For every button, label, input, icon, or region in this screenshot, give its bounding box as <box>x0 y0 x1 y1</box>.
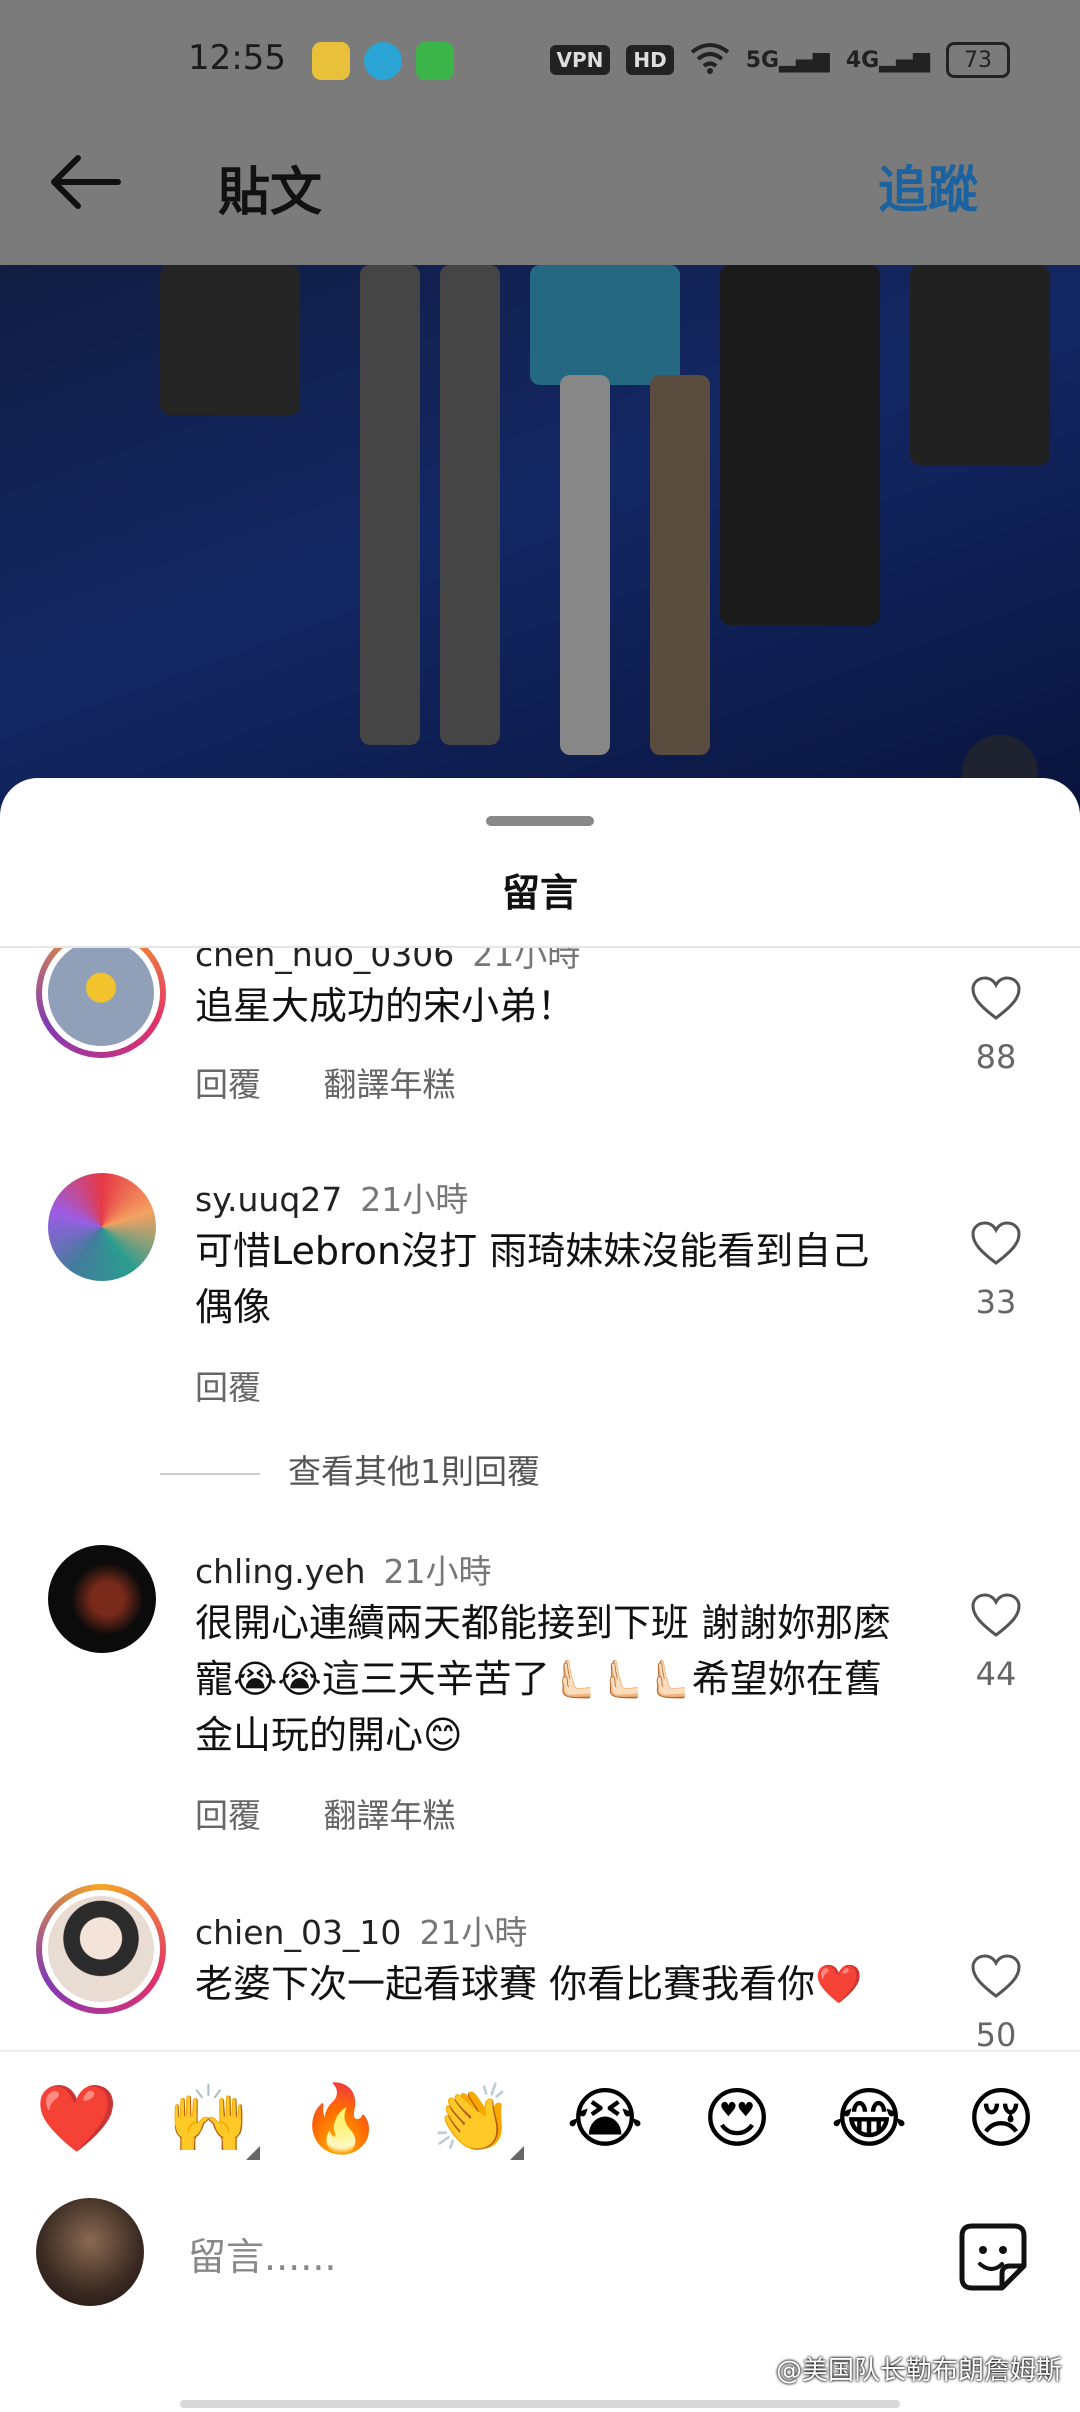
emoji-raised-hands-button[interactable]: 🙌 <box>164 2074 260 2164</box>
comment-input-row: 留言...... <box>0 2182 1080 2332</box>
watermark-text: @美国队长勒布朗詹姆斯 <box>775 2356 1062 2386</box>
sheet-drag-handle[interactable] <box>486 816 594 826</box>
comment-username[interactable]: sy.uuq27 21小時 <box>195 1173 468 1221</box>
skin-tone-indicator-icon <box>246 2146 260 2160</box>
translate-button[interactable]: 翻譯年糕 <box>324 1065 456 1104</box>
like-count: 88 <box>975 1038 1017 1076</box>
comment-actions: 回覆 翻譯年糕 <box>195 1789 508 1837</box>
heart-icon[interactable] <box>970 1593 1022 1639</box>
reply-button[interactable]: 回覆 <box>195 1796 261 1835</box>
hd-badge: HD <box>626 45 674 75</box>
heart-icon[interactable] <box>970 1221 1022 1267</box>
qq-notification-icon <box>364 42 402 80</box>
emoji-clap-button[interactable]: 👏 <box>428 2074 524 2164</box>
comment-text: 老婆下次一起看球賽 你看比賽我看你❤️ <box>195 1962 863 2006</box>
avatar-story-ring[interactable] <box>36 1884 166 2014</box>
comment-actions: 回覆 翻譯年糕 <box>195 1058 508 1106</box>
emoji-heart-button[interactable]: ❤️ <box>32 2074 122 2164</box>
reply-button[interactable]: 回覆 <box>195 1368 261 1407</box>
current-user-avatar <box>36 2198 144 2306</box>
phone-notification-icon <box>416 42 454 80</box>
avatar <box>48 1896 154 2002</box>
signal-4g-icon: 4G▂▄▆ <box>845 47 930 73</box>
translate-button[interactable]: 翻譯年糕 <box>324 1796 456 1835</box>
reply-button[interactable]: 回覆 <box>195 1065 261 1104</box>
avatar[interactable] <box>48 1545 156 1653</box>
emoji-quick-bar: ❤️ 🙌 🔥 👏 😭 😍 😂 😢 <box>0 2050 1080 2184</box>
comment-username[interactable]: chien_03_10 21小時 <box>195 1906 527 1954</box>
view-more-replies[interactable]: 查看其他1則回覆 <box>160 1445 540 1493</box>
signal-5g-icon: 5G▂▄▆ <box>745 47 830 73</box>
like-count: 33 <box>975 1283 1017 1321</box>
app-notification-icon <box>312 42 350 80</box>
emoji-fire-button[interactable]: 🔥 <box>296 2074 386 2164</box>
battery-icon: 73 <box>946 42 1010 78</box>
page-title: 貼文 <box>218 163 323 223</box>
like-count: 50 <box>975 2016 1017 2050</box>
wifi-icon <box>690 42 730 78</box>
emoji-crying-button[interactable]: 😭 <box>560 2074 650 2164</box>
comments-list[interactable]: chen_nuo_0306 21小時 追星大成功的宋小弟！ 回覆 翻譯年糕 88 … <box>0 948 1080 2050</box>
follow-button[interactable]: 追蹤 <box>878 150 978 222</box>
skin-tone-indicator-icon <box>510 2146 524 2160</box>
post-media <box>0 265 1080 825</box>
like-count: 44 <box>975 1655 1017 1693</box>
comment-text: 可惜Lebron沒打 雨琦妹妹沒能看到自己偶像 <box>195 1229 870 1329</box>
heart-icon[interactable] <box>970 976 1022 1022</box>
comment-text: 很開心連續兩天都能接到下班 謝謝妳那麼寵😭😭這三天辛苦了🫷🏻🫷🏻🫷🏻希望妳在舊金… <box>195 1601 892 1757</box>
avatar[interactable] <box>48 1173 156 1281</box>
heart-icon[interactable] <box>970 1954 1022 2000</box>
home-indicator[interactable] <box>180 2400 900 2408</box>
status-time: 12:55 <box>188 38 286 78</box>
sheet-title: 留言 <box>501 871 578 915</box>
emoji-joy-button[interactable]: 😂 <box>824 2074 914 2164</box>
sticker-icon[interactable] <box>958 2222 1028 2292</box>
avatar-story-ring[interactable] <box>36 948 166 1058</box>
status-bar: 12:55 VPN HD 5G▂▄▆ 4G▂▄▆ 73 <box>0 0 1080 125</box>
comment-input[interactable]: 留言...... <box>188 2226 336 2281</box>
emoji-heart-eyes-button[interactable]: 😍 <box>692 2074 782 2164</box>
comment-actions: 回覆 <box>195 1361 313 1409</box>
comments-sheet: 留言 chen_nuo_0306 21小時 追星大成功的宋小弟！ 回覆 翻譯年糕 … <box>0 778 1080 2412</box>
emoji-sad-button[interactable]: 😢 <box>956 2074 1046 2164</box>
comment-text: 追星大成功的宋小弟！ <box>195 984 576 1028</box>
comment-username[interactable]: chen_nuo_0306 21小時 <box>195 948 580 976</box>
comment-username[interactable]: chling.yeh 21小時 <box>195 1545 492 1593</box>
vpn-badge: VPN <box>549 45 611 75</box>
back-arrow-icon[interactable] <box>48 152 122 212</box>
